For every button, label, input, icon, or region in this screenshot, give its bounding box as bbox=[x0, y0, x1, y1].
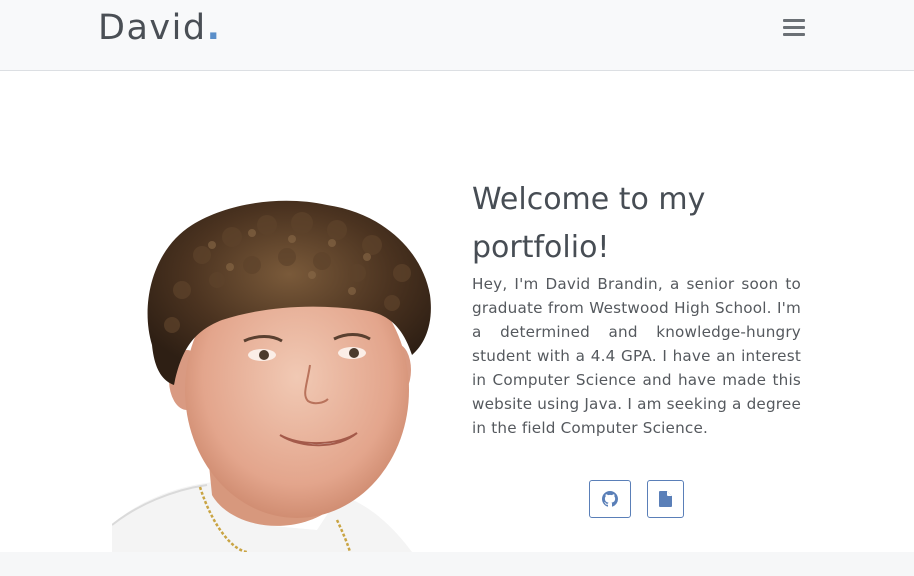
document-icon bbox=[659, 491, 672, 507]
page-title: Welcome to my portfolio! bbox=[472, 182, 706, 265]
resume-button[interactable] bbox=[647, 480, 684, 518]
hamburger-icon[interactable] bbox=[783, 19, 805, 39]
navbar: David. bbox=[0, 0, 914, 71]
brand-logo[interactable]: David. bbox=[98, 8, 221, 48]
brand-dot: . bbox=[206, 8, 222, 48]
github-button[interactable] bbox=[589, 480, 631, 518]
brand-name: David bbox=[98, 8, 207, 48]
github-icon bbox=[602, 491, 618, 507]
profile-photo bbox=[112, 195, 442, 552]
bio-text: Hey, I'm David Brandin, a senior soon to… bbox=[472, 275, 801, 437]
footer-strip bbox=[0, 552, 914, 576]
